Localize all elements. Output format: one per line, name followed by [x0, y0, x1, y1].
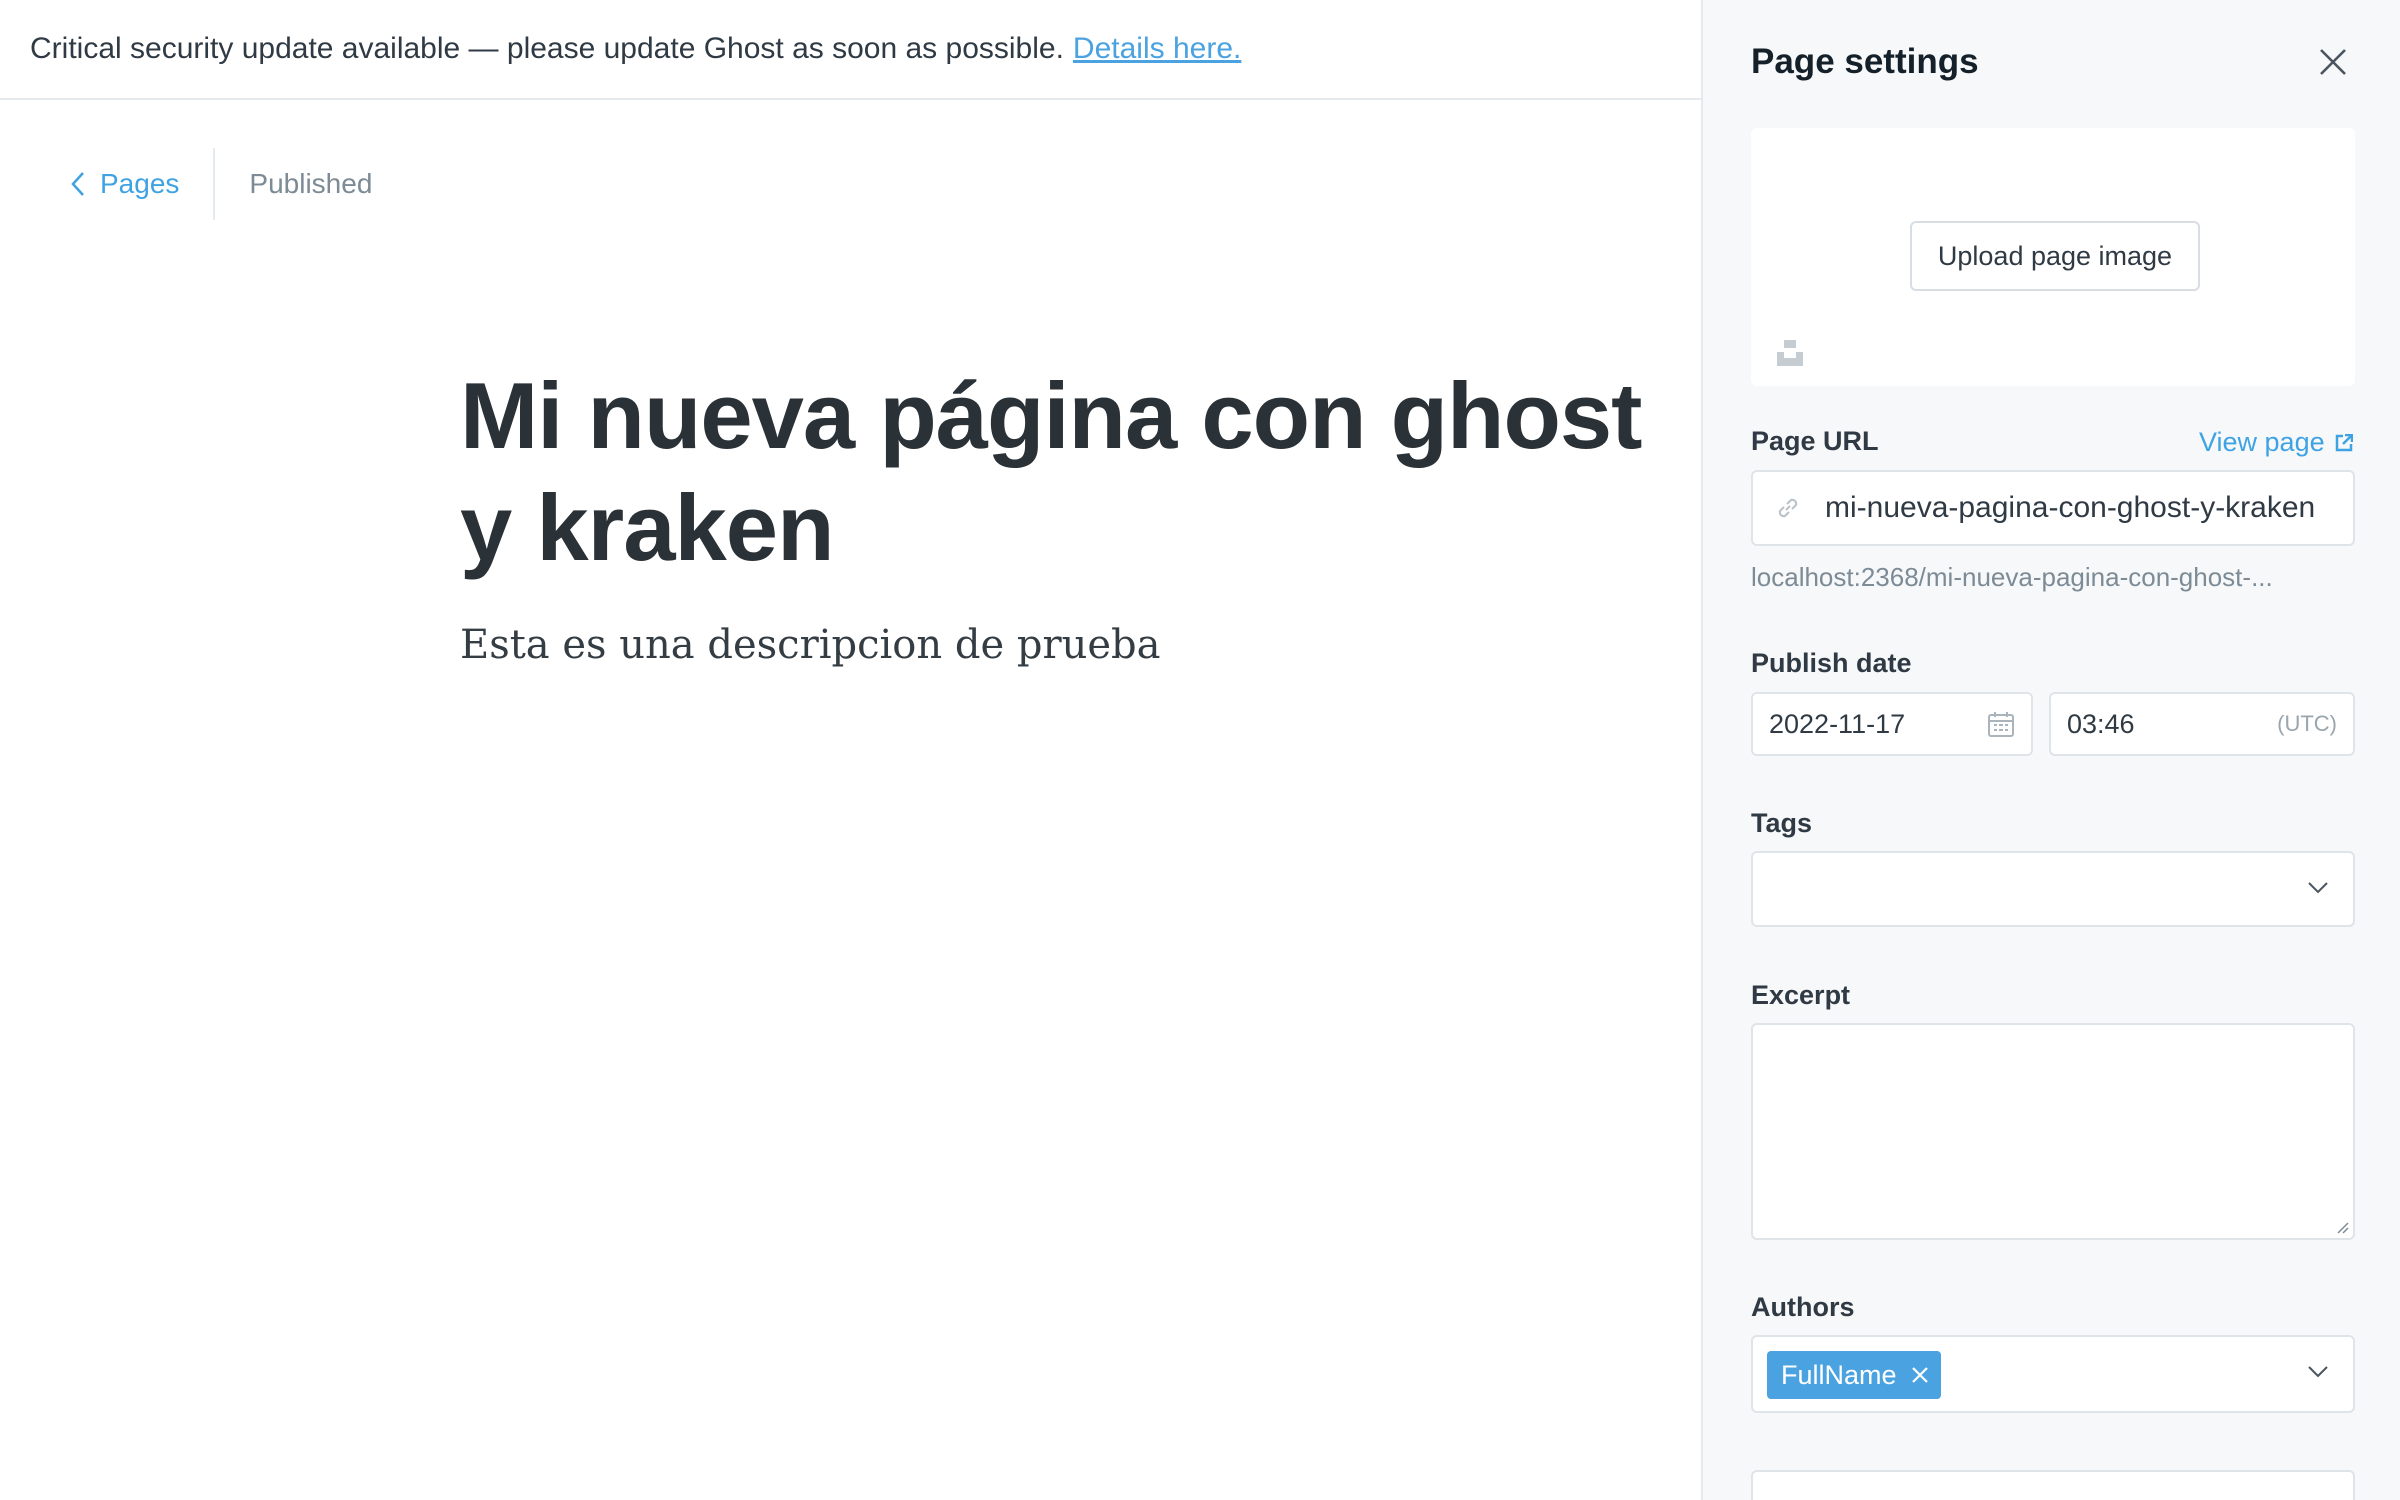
- page-url-label: Page URL: [1751, 426, 1879, 456]
- publish-time-value: 03:46: [2067, 708, 2135, 739]
- calendar-icon[interactable]: [1987, 710, 2015, 738]
- tags-select[interactable]: [1751, 851, 2355, 927]
- close-icon[interactable]: [2315, 44, 2351, 80]
- author-name: FullName: [1781, 1359, 1897, 1390]
- upload-image-button[interactable]: Upload page image: [1910, 221, 2200, 291]
- view-page-label: View page: [2199, 427, 2325, 457]
- back-link-label: Pages: [100, 168, 180, 199]
- page-url-preview: localhost:2368/mi-nueva-pagina-con-ghost…: [1751, 562, 2273, 592]
- banner-details-link[interactable]: Details here.: [1073, 32, 1241, 66]
- excerpt-label: Excerpt: [1751, 980, 1851, 1010]
- page-image-dropzone[interactable]: Upload page image: [1751, 128, 2355, 386]
- unsplash-icon[interactable]: [1775, 338, 1805, 368]
- page-slug-input[interactable]: [1825, 491, 2345, 525]
- chevron-down-icon: [2308, 1366, 2328, 1378]
- editor-nav: Pages Published: [70, 148, 372, 220]
- publish-time-input[interactable]: 03:46 (UTC): [2049, 692, 2355, 756]
- authors-select[interactable]: FullName: [1751, 1335, 2355, 1413]
- tags-label: Tags: [1751, 808, 1813, 838]
- chevron-down-icon: [2308, 882, 2328, 894]
- remove-author-icon[interactable]: [1911, 1366, 1929, 1384]
- back-to-pages-link[interactable]: Pages: [70, 148, 213, 220]
- author-token: FullName: [1767, 1351, 1941, 1399]
- editor-area: Critical security update available — ple…: [0, 0, 1701, 1500]
- page-status: Published: [249, 168, 373, 199]
- excerpt-textarea[interactable]: [1751, 1023, 2355, 1240]
- chevron-left-icon: [71, 172, 84, 196]
- resize-handle-icon[interactable]: [2335, 1220, 2349, 1234]
- security-banner: Critical security update available — ple…: [0, 0, 1701, 100]
- timezone-label: (UTC): [2277, 711, 2337, 736]
- panel-title: Page settings: [1751, 42, 1979, 81]
- page-title[interactable]: Mi nueva página con ghost y kraken: [460, 360, 1690, 584]
- publish-date-label: Publish date: [1751, 648, 1912, 678]
- next-settings-field[interactable]: [1751, 1470, 2355, 1500]
- nav-divider: [213, 148, 216, 220]
- view-page-link[interactable]: View page: [2199, 427, 2353, 458]
- link-icon: [1778, 498, 1798, 518]
- banner-message: Critical security update available — ple…: [30, 32, 1064, 65]
- publish-date-value: 2022-11-17: [1769, 708, 1906, 739]
- publish-date-input[interactable]: 2022-11-17: [1751, 692, 2033, 756]
- external-link-icon: [2335, 433, 2353, 451]
- page-url-field: [1751, 470, 2355, 546]
- page-settings-panel: Page settings Upload page image Page URL…: [1701, 0, 2400, 1500]
- authors-label: Authors: [1751, 1292, 1855, 1322]
- page-excerpt[interactable]: Esta es una descripcion de prueba: [460, 622, 1160, 668]
